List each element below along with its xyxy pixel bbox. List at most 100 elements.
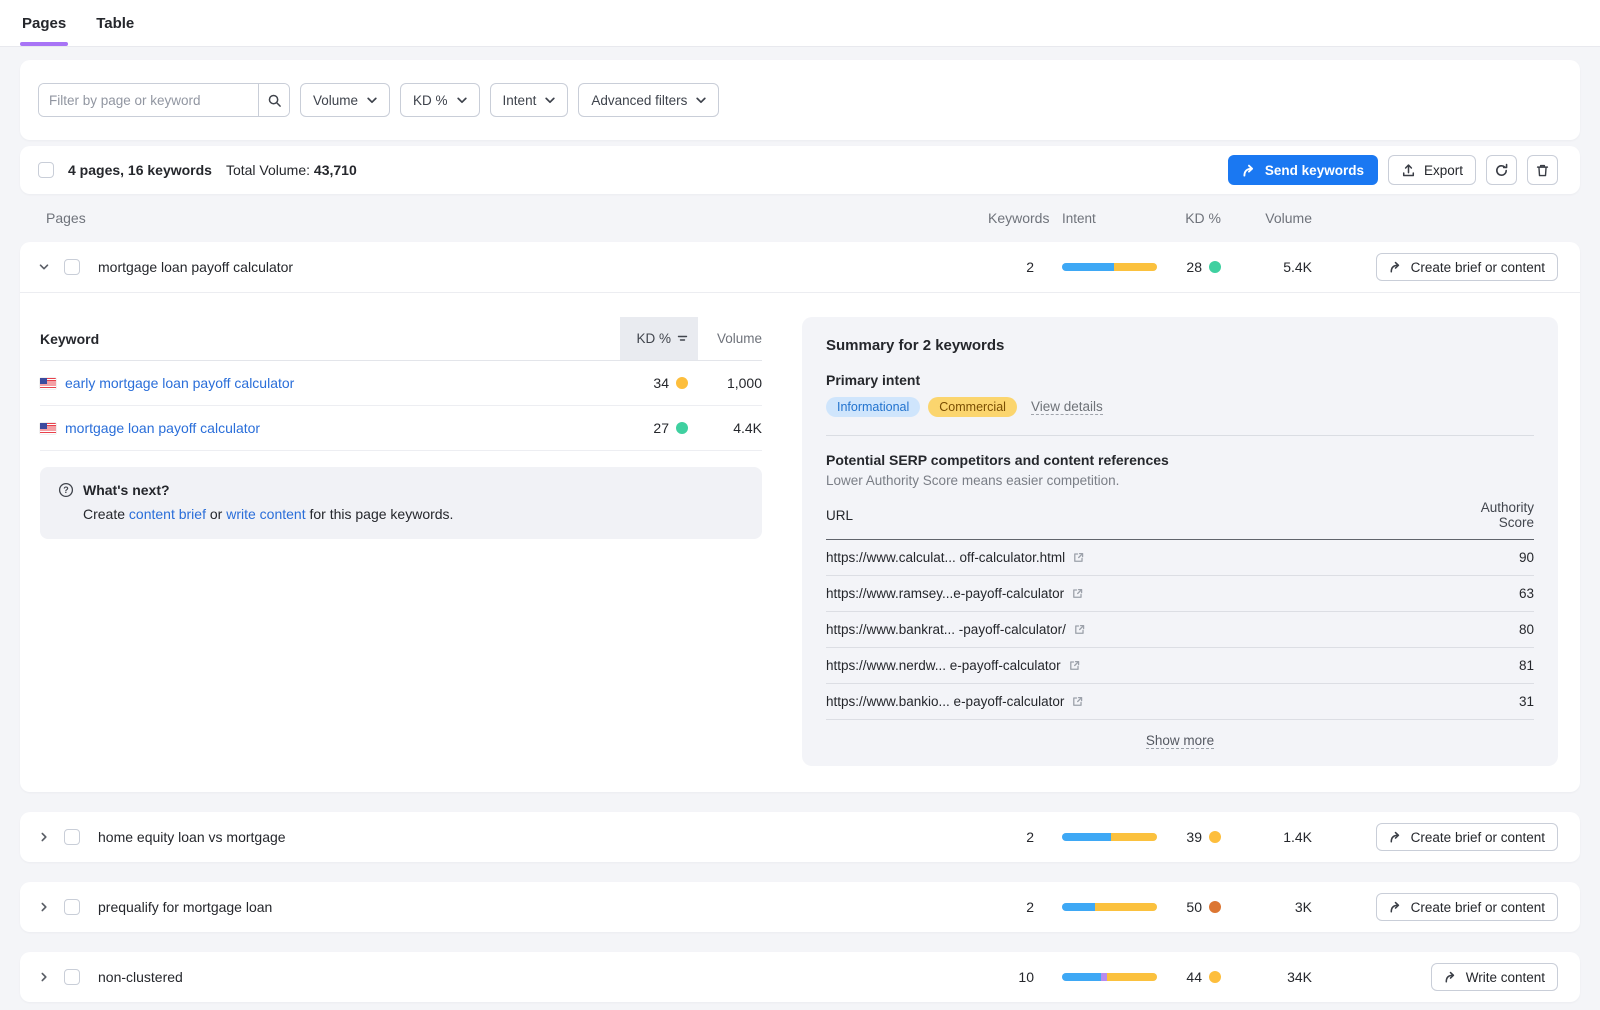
external-link-icon[interactable] bbox=[1071, 695, 1084, 708]
refresh-button[interactable] bbox=[1486, 155, 1517, 185]
whats-next-body: Create content brief or write content fo… bbox=[83, 506, 744, 522]
expand-toggle[interactable] bbox=[38, 831, 64, 843]
page-row: prequalify for mortgage loan 2 50 3K Cre… bbox=[20, 882, 1580, 932]
create-brief-button[interactable]: Create brief or content bbox=[1376, 253, 1558, 281]
page-card-non-clustered: non-clustered 10 44 34K Write content bbox=[20, 952, 1580, 1002]
keyword-link[interactable]: mortgage loan payoff calculator bbox=[65, 420, 260, 436]
page-row: home equity loan vs mortgage 2 39 1.4K C… bbox=[20, 812, 1580, 862]
competitor-row: https://www.ramsey...e-payoff-calculator… bbox=[826, 576, 1534, 612]
kd-dot bbox=[1209, 901, 1221, 913]
authority-score: 90 bbox=[1464, 550, 1534, 565]
keyword-row: mortgage loan payoff calculator 27 4.4K bbox=[40, 406, 762, 451]
send-arrow-icon bbox=[1389, 831, 1403, 843]
row-checkbox[interactable] bbox=[64, 829, 80, 845]
intent-filter-dropdown[interactable]: Intent bbox=[490, 83, 569, 117]
create-brief-button[interactable]: Create brief or content bbox=[1376, 823, 1558, 851]
whats-next-title: What's next? bbox=[83, 482, 170, 498]
row-checkbox[interactable] bbox=[64, 259, 80, 275]
serp-competitors-subtitle: Lower Authority Score means easier compe… bbox=[826, 473, 1534, 488]
external-link-icon[interactable] bbox=[1071, 587, 1084, 600]
competitor-url: https://www.nerdw... e-payoff-calculator bbox=[826, 658, 1061, 673]
volume-value: 3K bbox=[1221, 899, 1326, 915]
kd-dot bbox=[1209, 831, 1221, 843]
tab-pages[interactable]: Pages bbox=[20, 0, 68, 46]
external-link-icon[interactable] bbox=[1068, 659, 1081, 672]
tab-table-label: Table bbox=[96, 15, 134, 32]
page-name: home equity loan vs mortgage bbox=[98, 829, 988, 845]
selection-summary-bar: 4 pages, 16 keywords Total Volume: 43,71… bbox=[20, 146, 1580, 194]
kd-value: 50 bbox=[1186, 899, 1202, 915]
export-button[interactable]: Export bbox=[1388, 155, 1476, 185]
view-details-link[interactable]: View details bbox=[1031, 399, 1103, 415]
kd-dot bbox=[676, 377, 688, 389]
competitor-url: https://www.bankrat... -payoff-calculato… bbox=[826, 622, 1066, 637]
send-arrow-icon bbox=[1444, 971, 1458, 983]
column-pages: Pages bbox=[38, 210, 988, 226]
delete-button[interactable] bbox=[1527, 155, 1558, 185]
expand-toggle[interactable] bbox=[38, 971, 64, 983]
tab-table[interactable]: Table bbox=[94, 0, 136, 46]
sort-icon bbox=[677, 334, 688, 343]
row-checkbox[interactable] bbox=[64, 899, 80, 915]
keyword-column-header: Keyword bbox=[40, 331, 620, 347]
chevron-down-icon bbox=[545, 97, 555, 104]
keyword-link[interactable]: early mortgage loan payoff calculator bbox=[65, 375, 294, 391]
page-name: non-clustered bbox=[98, 969, 988, 985]
expand-toggle[interactable] bbox=[38, 901, 64, 913]
chevron-right-icon bbox=[38, 831, 50, 843]
external-link-icon[interactable] bbox=[1073, 623, 1086, 636]
tab-pages-label: Pages bbox=[22, 15, 66, 32]
table-column-headers: Pages Keywords Intent KD % Volume bbox=[20, 194, 1580, 242]
filter-input[interactable] bbox=[39, 84, 258, 116]
competitor-url: https://www.bankio... e-payoff-calculato… bbox=[826, 694, 1064, 709]
intent-bar bbox=[1062, 973, 1157, 981]
search-button[interactable] bbox=[258, 84, 289, 116]
create-brief-button[interactable]: Create brief or content bbox=[1376, 893, 1558, 921]
question-circle-icon: ? bbox=[58, 482, 74, 498]
primary-intent-label: Primary intent bbox=[826, 372, 1534, 388]
write-content-button[interactable]: Write content bbox=[1431, 963, 1558, 991]
competitor-url: https://www.calculat... off-calculator.h… bbox=[826, 550, 1065, 565]
content-brief-link[interactable]: content brief bbox=[129, 506, 206, 522]
show-more-link[interactable]: Show more bbox=[1146, 733, 1214, 749]
kd-filter-dropdown[interactable]: KD % bbox=[400, 83, 480, 117]
active-tab-underline bbox=[20, 42, 68, 46]
competitor-url: https://www.ramsey...e-payoff-calculator bbox=[826, 586, 1064, 601]
collapse-toggle[interactable] bbox=[38, 261, 64, 273]
us-flag-icon bbox=[40, 378, 56, 389]
expanded-cluster-detail: Keyword KD % Volume early mortgage loan … bbox=[20, 292, 1580, 792]
refresh-icon bbox=[1494, 163, 1509, 178]
page-name: mortgage loan payoff calculator bbox=[98, 259, 988, 275]
intent-bar bbox=[1062, 263, 1157, 271]
chevron-right-icon bbox=[38, 901, 50, 913]
competitor-row: https://www.bankio... e-payoff-calculato… bbox=[826, 684, 1534, 720]
column-keywords: Keywords bbox=[988, 210, 1034, 226]
authority-score: 31 bbox=[1464, 694, 1534, 709]
whats-next-box: ? What's next? Create content brief or w… bbox=[40, 467, 762, 539]
volume-filter-dropdown[interactable]: Volume bbox=[300, 83, 390, 117]
send-keywords-button[interactable]: Send keywords bbox=[1228, 155, 1378, 185]
authority-score: 81 bbox=[1464, 658, 1534, 673]
page-name: prequalify for mortgage loan bbox=[98, 899, 988, 915]
row-checkbox[interactable] bbox=[64, 969, 80, 985]
kd-dot bbox=[1209, 261, 1221, 273]
external-link-icon[interactable] bbox=[1072, 551, 1085, 564]
advanced-filters-dropdown[interactable]: Advanced filters bbox=[578, 83, 719, 117]
competitor-row: https://www.bankrat... -payoff-calculato… bbox=[826, 612, 1534, 648]
keyword-count: 2 bbox=[988, 829, 1034, 845]
selection-count: 4 pages, 16 keywords bbox=[68, 162, 212, 178]
competitor-row: https://www.calculat... off-calculator.h… bbox=[826, 540, 1534, 576]
page-card-home-equity-loan-vs-mortgage: home equity loan vs mortgage 2 39 1.4K C… bbox=[20, 812, 1580, 862]
kd-value: 27 bbox=[653, 420, 669, 436]
intent-bar bbox=[1062, 903, 1157, 911]
write-content-link[interactable]: write content bbox=[226, 506, 305, 522]
export-icon bbox=[1401, 163, 1416, 178]
kd-sort-header[interactable]: KD % bbox=[620, 317, 698, 360]
authority-score: 63 bbox=[1464, 586, 1534, 601]
volume-column-header: Volume bbox=[698, 331, 762, 346]
kd-dot bbox=[676, 422, 688, 434]
select-all-checkbox[interactable] bbox=[38, 162, 54, 178]
kd-dot bbox=[1209, 971, 1221, 983]
keyword-count: 10 bbox=[988, 969, 1034, 985]
keyword-count: 2 bbox=[988, 259, 1034, 275]
